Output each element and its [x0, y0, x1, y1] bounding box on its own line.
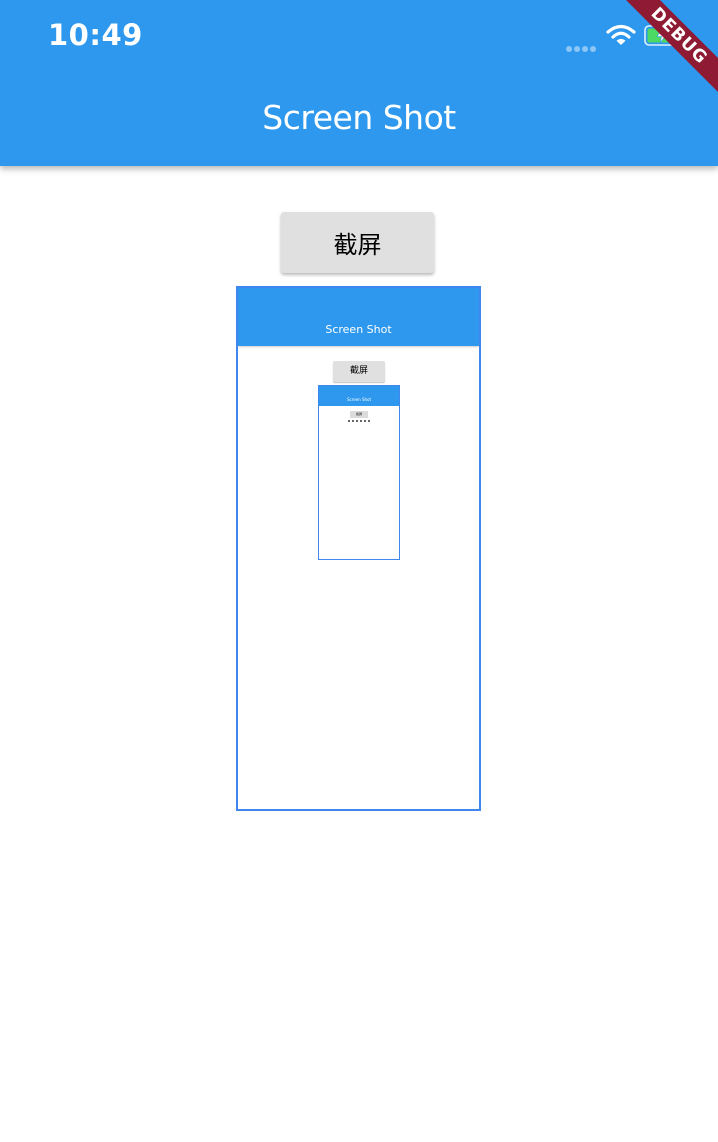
capture-screenshot-button[interactable]: 截屏: [281, 212, 434, 273]
app-bar: 10:49 Screen Shot: [0, 0, 718, 166]
wifi-icon: [606, 24, 636, 45]
nested-screenshot-preview: Screen Shot 截屏: [318, 385, 400, 560]
battery-charging-icon: [644, 25, 682, 46]
nested-inner-preview: [348, 420, 370, 422]
page-title: Screen Shot: [262, 98, 456, 137]
nested-preview-title: Screen Shot: [346, 397, 372, 402]
nested-preview-app-bar: Screen Shot: [319, 386, 399, 406]
screenshot-preview: Screen Shot 截屏 Screen Shot 截屏: [236, 286, 481, 811]
preview-capture-button: 截屏: [333, 361, 385, 382]
nested-preview-capture-button: 截屏: [350, 411, 368, 418]
preview-app-bar: Screen Shot: [238, 288, 479, 346]
preview-title: Screen Shot: [325, 323, 392, 336]
signal-dots-icon: [566, 39, 598, 57]
status-time: 10:49: [48, 18, 143, 52]
